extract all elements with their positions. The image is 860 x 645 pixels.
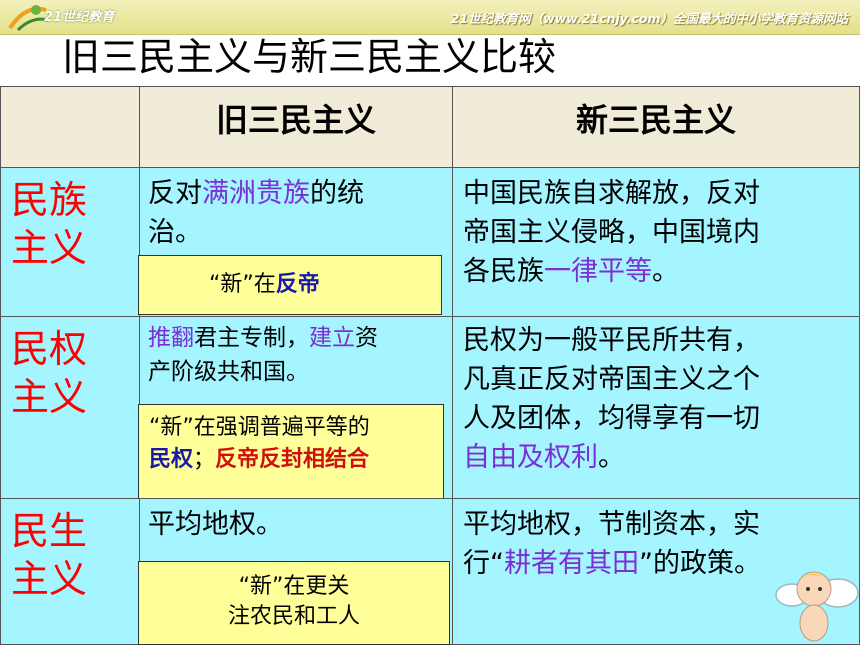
new-cell: 民权为一般平民所共有， 凡真正反对帝国主义之个 人及团体，均得享有一切 自由及权… — [452, 316, 860, 499]
row-head-label: 民生 主义 — [11, 509, 88, 601]
new-cell: 中国民族自求解放，反对 帝国主义侵略，中国境内 各民族一律平等。 — [452, 167, 860, 317]
row-head-cell: 民生 主义 — [0, 498, 140, 645]
cupid-angel-icon — [775, 571, 859, 642]
row-head-cell: 民族 主义 — [0, 167, 140, 317]
row-head-label: 民权 主义 — [11, 327, 88, 419]
new-text: 民权为一般平民所共有， 凡真正反对帝国主义之个 人及团体，均得享有一切 自由及权… — [463, 325, 760, 473]
old-text: 反对满洲贵族的统 治。 — [148, 178, 364, 248]
note-box: “新”在更关 注农民和工人 — [138, 561, 450, 645]
header-new-cell: 新三民主义 — [452, 86, 860, 168]
header-new-label: 新三民主义 — [575, 101, 736, 139]
header-old-cell: 旧三民主义 — [139, 86, 453, 168]
page-title: 旧三民主义与新三民主义比较 — [62, 35, 557, 79]
header-corner-cell — [0, 86, 140, 168]
header-old-label: 旧三民主义 — [215, 101, 376, 139]
old-text: 平均地权。 — [148, 509, 283, 540]
row-head-cell: 民权 主义 — [0, 316, 140, 499]
site-tagline: 21世纪教育网（www.21cnjy.com）全国最大的中小学教育资源网站 — [450, 11, 848, 26]
row-head-label: 民族 主义 — [11, 178, 88, 270]
note-box: “新”在强调普遍平等的 民权；反帝反封相结合 — [138, 404, 444, 498]
note-box: “新”在反帝 — [138, 255, 442, 315]
logo-text: 21世纪教育 — [44, 10, 115, 25]
new-text: 中国民族自求解放，反对 帝国主义侵略，中国境内 各民族一律平等。 — [463, 178, 760, 287]
old-text: 推翻君主专制，建立资 产阶级共和国。 — [148, 325, 378, 385]
comparison-table: 旧三民主义 新三民主义 民族 主义 反对满洲贵族的统 治。 “新”在反帝 中国民族… — [0, 86, 860, 645]
